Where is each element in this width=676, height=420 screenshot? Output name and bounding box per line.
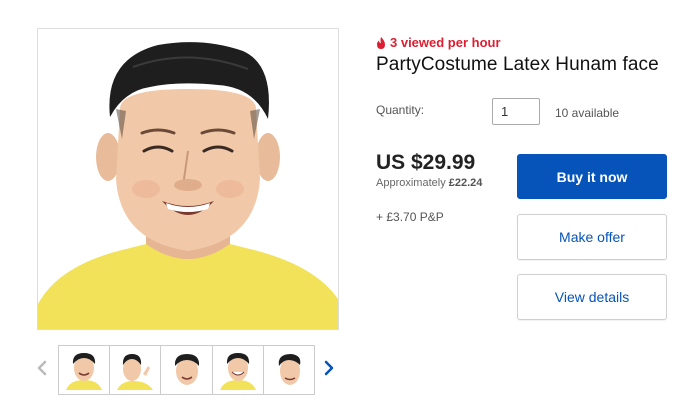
make-offer-button[interactable]: Make offer (517, 214, 667, 260)
thumbnail-image (278, 354, 301, 385)
thumbnail-3[interactable] (161, 346, 213, 394)
approx-value: £22.24 (448, 177, 483, 189)
main-product-image[interactable] (37, 28, 339, 330)
price: US $29.99 (376, 151, 476, 174)
thumbnail-5[interactable] (263, 346, 315, 394)
approx-prefix: Approximately (376, 177, 446, 189)
chevron-left-icon (37, 360, 47, 376)
gallery-prev-button[interactable] (34, 356, 50, 380)
available-count: 10 available (555, 106, 620, 120)
thumbnail-4[interactable] (212, 346, 264, 394)
thumbnail-image (117, 354, 154, 390)
thumbnail-image (174, 354, 199, 385)
thumbnail-image (66, 353, 103, 390)
quantity-input[interactable] (492, 98, 540, 125)
viewed-per-hour-text: 3 viewed per hour (390, 35, 501, 50)
flame-icon (377, 36, 385, 49)
listing-title: PartyCostume Latex Hunam face (376, 54, 659, 75)
approximate-price: Approximately £22.24 (376, 177, 482, 189)
view-details-button[interactable]: View details (517, 274, 667, 320)
quantity-label: Quantity: (376, 103, 425, 117)
thumbnail-2[interactable] (110, 346, 162, 394)
thumbnail-image (219, 353, 256, 390)
chevron-right-icon (324, 360, 334, 376)
gallery-next-button[interactable] (321, 356, 337, 380)
thumbnail-strip (58, 345, 315, 395)
buy-it-now-button[interactable]: Buy it now (517, 154, 667, 199)
thumbnail-1[interactable] (59, 346, 111, 394)
postage-cost: + £3.70 P&P (376, 210, 444, 224)
viewed-per-hour-badge: 3 viewed per hour (376, 35, 501, 50)
mask-photo (38, 29, 338, 329)
